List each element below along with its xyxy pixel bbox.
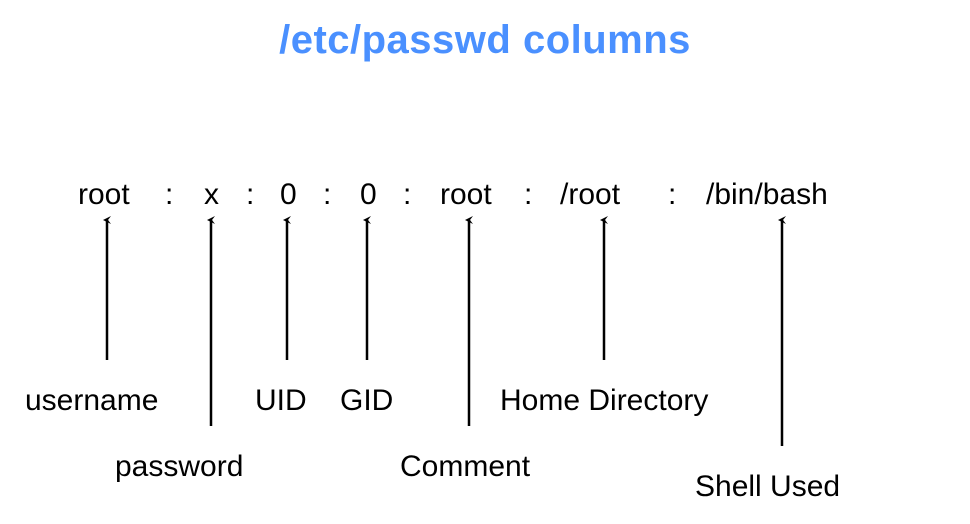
label-comment: Comment [400, 450, 530, 484]
label-username: username [25, 384, 158, 418]
label-home: Home Directory [500, 384, 708, 418]
label-shell: Shell Used [695, 470, 840, 504]
label-password: password [115, 450, 243, 484]
label-uid: UID [255, 384, 307, 418]
label-gid: GID [340, 384, 393, 418]
